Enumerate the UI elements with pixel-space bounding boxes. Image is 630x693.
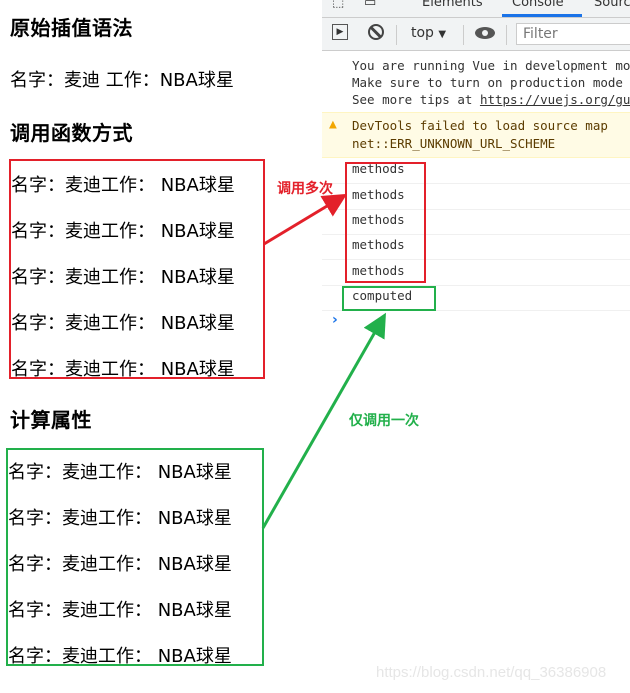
methods-annotation: 调用多次 (277, 181, 333, 197)
computed-annotation: 仅调用一次 (349, 413, 419, 429)
watermark: https://blog.csdn.net/qq_36386908 (376, 664, 607, 681)
annotation-arrows (261, 193, 386, 529)
methods-arrow (263, 193, 348, 246)
